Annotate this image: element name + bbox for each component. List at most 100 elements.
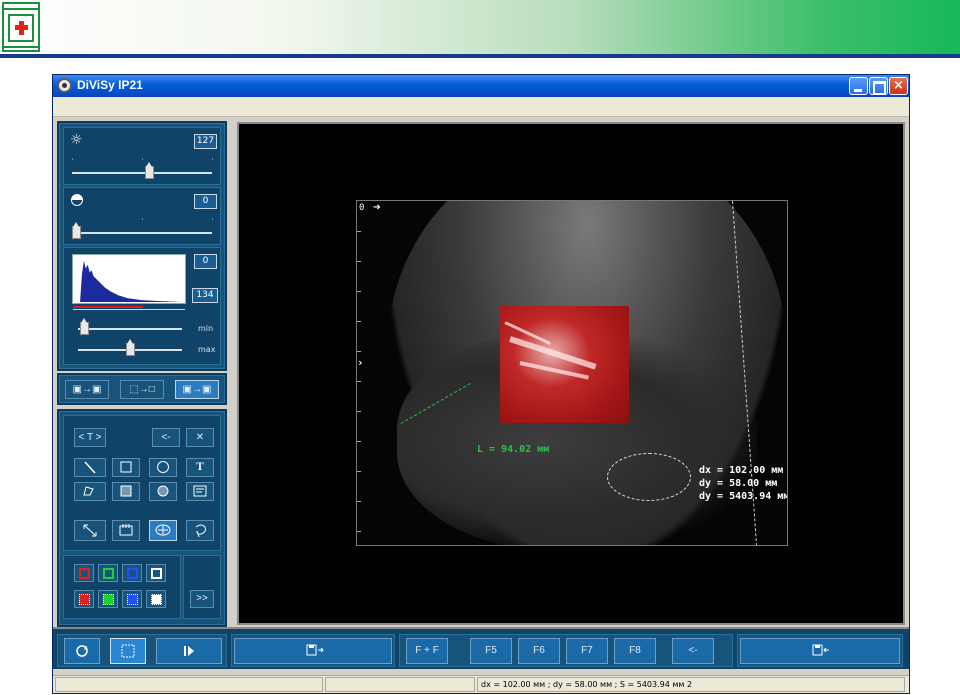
brightness-section: ☼ 127 [63,127,221,185]
max-label: max [198,345,216,354]
color-white-fill[interactable] [146,590,166,608]
app-window: DiViSy IP21 × ☼ 127 0 0 134 min max ▣→▣ … [52,74,910,694]
ellipse-tool-button[interactable] [149,458,177,477]
max-slider-thumb[interactable] [126,339,135,356]
refresh-button[interactable] [64,638,100,664]
save-image-button[interactable] [234,638,392,664]
histogram-min-value[interactable]: 0 [194,254,217,269]
ultrasound-image[interactable]: 0 ➔ › L = 94.02 мм dx = 102.00 мм dy = 5… [356,200,788,546]
histogram-section: 0 134 min max [63,247,221,365]
selection-button[interactable] [110,638,146,664]
ruler-icon [119,524,133,536]
menu-bar [53,97,909,117]
polygon-fill-button[interactable] [74,482,106,501]
save-export-icon [306,644,324,656]
roi-overlay[interactable] [500,306,629,423]
rect-fill-button[interactable] [112,482,140,501]
load-image-button[interactable] [740,638,900,664]
medical-logo-icon [2,2,40,52]
client-area: ☼ 127 0 0 134 min max ▣→▣ ⬚→□ ▣→▣ < T > … [53,117,909,675]
contrast-slider-thumb[interactable] [72,222,81,239]
f8-button[interactable]: F8 [614,638,656,664]
filled-circle-icon [157,485,169,497]
contrast-value[interactable]: 0 [194,194,217,209]
circle-icon [157,461,169,473]
maximize-button[interactable] [869,77,888,95]
lasso-icon [195,524,206,538]
banner-divider [0,54,960,58]
color-red-fill[interactable] [74,590,94,608]
brightness-value[interactable]: 127 [194,134,217,149]
direction-arrow-icon: ➔ [373,200,381,215]
contrast-slider-track[interactable] [72,232,212,234]
freehand-tool-button[interactable] [186,520,214,541]
dx-readout: dx = 102.00 мм [699,465,784,476]
rectangle-tool-button[interactable] [112,458,140,477]
dy-readout: dy = 58.00 мм [699,478,778,489]
image-viewport[interactable]: 0 ➔ › L = 94.02 мм dx = 102.00 мм dy = 5… [237,122,905,625]
circle-fill-button[interactable] [149,482,177,501]
text-annotation-button[interactable]: T [186,458,214,477]
window-title: DiViSy IP21 [77,78,143,92]
brightness-slider-track[interactable] [72,172,212,174]
close-button[interactable]: × [889,77,908,95]
text-tool-button[interactable]: < T > [74,428,106,447]
mode-button-transfer[interactable]: ▣→▣ [175,380,219,399]
delete-button[interactable]: ✕ [186,428,214,447]
min-label: min [198,324,214,333]
line-tool-button[interactable] [74,458,106,477]
note-icon [193,485,207,497]
f5-button[interactable]: F5 [470,638,512,664]
save-import-icon [812,644,829,656]
top-banner [0,0,960,58]
f-plus-f-button[interactable]: F + F [406,638,448,664]
move-tool-button[interactable] [149,520,177,541]
histogram-chart [72,254,186,304]
color-green-outline[interactable] [98,564,118,582]
contrast-icon [71,194,83,206]
function-keys-group: F + F F5 F6 F7 F8 <- [399,634,733,667]
mode-button-select[interactable]: ⬚→□ [120,380,164,399]
more-button[interactable]: >> [190,590,214,608]
mode-button-copy[interactable]: ▣→▣ [65,380,109,399]
depth-marker-icon: › [357,356,364,369]
color-white-outline[interactable] [146,564,166,582]
brightness-slider-thumb[interactable] [145,162,154,179]
ellipse-measurement[interactable] [607,453,691,501]
min-slider-thumb[interactable] [80,318,89,335]
status-measurement-text: dx = 102.00 мм ; dy = 58.00 мм ; S = 540… [477,677,905,692]
more-section: >> [183,555,221,619]
histogram-max-value[interactable]: 134 [192,288,218,303]
calibrate-tool-button[interactable] [112,520,140,541]
status-bar: dx = 102.00 мм ; dy = 58.00 мм ; S = 540… [53,675,909,693]
image-adjust-panel: ☼ 127 0 0 134 min max [57,121,227,371]
back-button[interactable]: <- [672,638,714,664]
selection-icon [121,644,135,658]
refresh-icon [76,645,88,657]
tools-panel: < T > <- ✕ T >> [57,409,227,627]
play-button[interactable] [156,638,222,664]
f7-button[interactable]: F7 [566,638,608,664]
play-icon [184,646,194,656]
polygon-icon [83,486,94,496]
note-tool-button[interactable] [186,482,214,501]
undo-button[interactable]: <- [152,428,180,447]
filled-rectangle-icon [120,485,132,497]
draw-tools-section: < T > <- ✕ T [63,415,221,551]
title-bar[interactable]: DiViSy IP21 × [53,75,909,97]
color-red-outline[interactable] [74,564,94,582]
length-readout: L = 94.02 мм [477,444,550,455]
resize-tool-button[interactable] [74,520,106,541]
status-cell-left [55,677,323,692]
f6-button[interactable]: F6 [518,638,560,664]
min-slider-track[interactable] [78,328,182,330]
color-blue-outline[interactable] [122,564,142,582]
minimize-button[interactable] [849,77,868,95]
bottom-group-save [231,634,395,667]
histogram-range-bar [73,306,143,308]
color-section [63,555,181,619]
app-icon[interactable] [57,78,72,93]
color-blue-fill[interactable] [122,590,142,608]
bottom-group-load [737,634,903,667]
color-green-fill[interactable] [98,590,118,608]
